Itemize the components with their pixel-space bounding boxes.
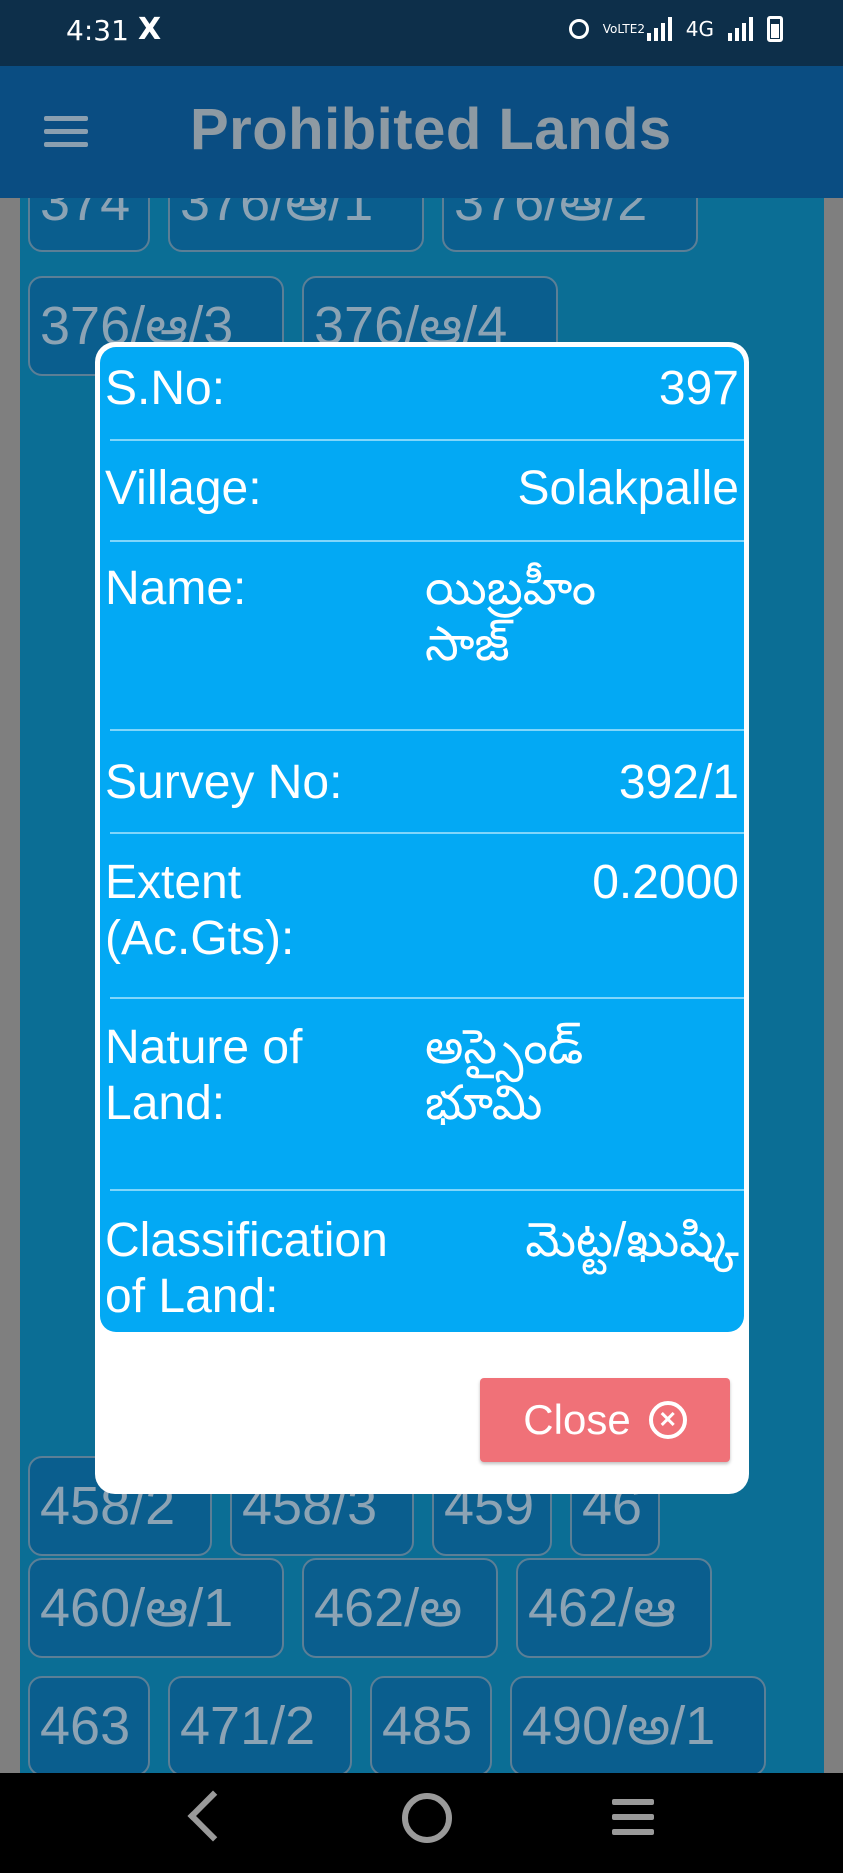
divider [110,997,744,999]
menu-icon[interactable] [44,116,88,148]
survey-chip[interactable]: 374 [28,198,150,252]
survey-chip[interactable]: 471/2 [168,1676,352,1773]
extent-value: 0.2000 [592,856,739,909]
close-button-label: Close [523,1396,631,1443]
system-nav-bar [0,1773,843,1873]
survey-chip[interactable]: 485 [370,1676,492,1773]
sno-value: 397 [658,362,739,415]
classification-value: మెట్ట/ఖుష్కి [525,1214,739,1267]
classification-label: Classification of Land: [105,1214,388,1323]
survey-chip[interactable]: 460/ఆ/1 [28,1558,284,1658]
name-value: యిబ్రహీం సాజ్ [425,562,597,671]
detail-row-classification: Classification of Land: మెట్ట/ఖుష్కి [105,1213,739,1333]
back-icon[interactable] [187,1790,239,1842]
land-details-dialog: S.No: 397 Village: Solakpalle Name: యిబ్… [95,342,749,1494]
detail-row-survey-no: Survey No: 392/1 [105,755,739,815]
detail-row-sno: S.No: 397 [105,361,739,421]
survey-chip[interactable]: 376/ఆ/1 [168,198,424,252]
survey-chip[interactable]: 462/అ [302,1558,498,1658]
sno-label: S.No: [105,362,226,415]
recent-apps-icon[interactable] [612,1799,654,1844]
close-circle-icon: ✕ [648,1401,687,1439]
extent-label: Extent (Ac.Gts): [105,856,295,965]
detail-row-name: Name: యిబ్రహీం సాజ్ [105,561,739,691]
land-details-panel: S.No: 397 Village: Solakpalle Name: యిబ్… [100,347,744,1332]
nature-of-land-value: అస్సైండ్ భూమి [425,1021,584,1130]
survey-chip[interactable]: 490/అ/1 [510,1676,766,1773]
divider [110,439,744,441]
home-icon[interactable] [402,1793,452,1843]
signal-icon [646,17,672,41]
battery-icon [767,16,783,42]
detail-row-extent: Extent (Ac.Gts): 0.2000 [105,855,739,975]
signal-icon-2 [728,17,753,41]
survey-chip[interactable]: 462/ఆ [516,1558,712,1658]
divider [110,1189,744,1191]
status-icons: VoLTE2 4G [568,16,783,42]
detail-row-nature-of-land: Nature of Land: అస్సైండ్ భూమి [105,1020,739,1140]
divider [110,729,744,731]
status-time: 4:31 [66,14,129,47]
volte-icon: VoLTE2 [602,22,645,36]
village-label: Village: [105,462,262,515]
nature-of-land-label: Nature of Land: [105,1021,303,1130]
survey-chip[interactable]: 463 [28,1676,150,1773]
name-label: Name: [105,562,247,615]
alarm-icon [568,19,589,39]
divider [110,832,744,834]
survey-no-label: Survey No: [105,756,343,809]
network-type-label: 4G [685,17,714,41]
survey-chip[interactable]: 376/ఆ/2 [442,198,698,252]
survey-no-value: 392/1 [618,756,739,809]
page-title: Prohibited Lands [190,97,672,162]
x-app-icon: X [138,12,162,47]
divider [110,540,744,542]
app-bar: Prohibited Lands [0,66,843,198]
status-bar: 4:31 X VoLTE2 4G [0,0,843,66]
close-button[interactable]: Close ✕ [480,1378,730,1462]
screen: 4:31 X VoLTE2 4G Prohibited Lands 374 37… [0,0,843,1873]
detail-row-village: Village: Solakpalle [105,461,739,521]
village-value: Solakpalle [517,462,739,515]
